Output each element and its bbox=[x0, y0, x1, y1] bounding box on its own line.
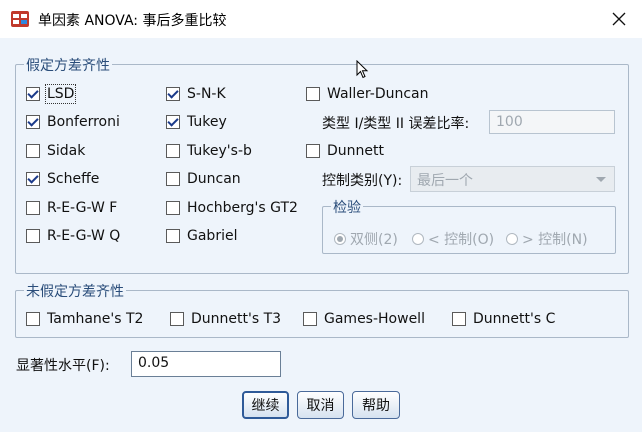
gabriel-checkbox[interactable]: Gabriel bbox=[166, 227, 237, 245]
lsd-checkbox[interactable]: LSD bbox=[26, 84, 77, 104]
duncan-label: Duncan bbox=[187, 171, 241, 187]
greater-control-label: > 控制(N) bbox=[522, 232, 588, 248]
regwq-label: R-E-G-W Q bbox=[47, 228, 121, 244]
gabriel-label: Gabriel bbox=[187, 228, 238, 244]
dunnett-checkbox[interactable]: Dunnett bbox=[306, 142, 384, 160]
equal-variances-title: 假定方差齐性 bbox=[24, 55, 112, 75]
games-howell-checkbox[interactable]: Games-Howell bbox=[303, 310, 425, 328]
snk-checkbox[interactable]: S-N-K bbox=[166, 85, 226, 103]
bonferroni-checkbox[interactable]: Bonferroni bbox=[26, 113, 120, 131]
unequal-variances-title: 未假定方差齐性 bbox=[24, 281, 126, 301]
waller-duncan-label: Waller-Duncan bbox=[327, 86, 429, 102]
error-ratio-label: 类型 I/类型 II 误差比率: bbox=[322, 116, 470, 132]
games-howell-check-box[interactable] bbox=[303, 312, 317, 326]
hochberg-label: Hochberg's GT2 bbox=[187, 200, 298, 216]
dunnett-c-checkbox[interactable]: Dunnett's C bbox=[452, 310, 555, 328]
tukey-check-box[interactable] bbox=[166, 115, 180, 129]
error-ratio-field[interactable]: 100 bbox=[489, 110, 615, 134]
control-category-value: 最后一个 bbox=[417, 173, 473, 189]
close-button[interactable] bbox=[596, 0, 642, 38]
significance-label: 显著性水平(F): bbox=[16, 358, 110, 374]
regwf-label: R-E-G-W F bbox=[47, 200, 118, 216]
dunnett-t3-checkbox[interactable]: Dunnett's T3 bbox=[170, 310, 281, 328]
help-button[interactable]: 帮助 bbox=[352, 391, 400, 419]
regwq-check-box[interactable] bbox=[26, 229, 40, 243]
regwf-checkbox[interactable]: R-E-G-W F bbox=[26, 199, 117, 217]
duncan-check-box[interactable] bbox=[166, 172, 180, 186]
tukeys-b-label: Tukey's-b bbox=[187, 143, 252, 159]
tukey-label: Tukey bbox=[187, 114, 227, 130]
less-control-label: < 控制(O) bbox=[428, 232, 495, 248]
bonferroni-label: Bonferroni bbox=[47, 114, 120, 130]
snk-label: S-N-K bbox=[187, 86, 226, 102]
significance-field[interactable]: 0.05 bbox=[131, 351, 281, 377]
control-category-select[interactable]: 最后一个 bbox=[410, 166, 615, 192]
tukeys-b-check-box[interactable] bbox=[166, 144, 180, 158]
continue-button[interactable]: 继续 bbox=[242, 391, 289, 419]
two-sided-label: 双侧(2) bbox=[350, 232, 398, 248]
scheffe-label: Scheffe bbox=[47, 171, 100, 187]
gabriel-check-box[interactable] bbox=[166, 229, 180, 243]
scheffe-checkbox[interactable]: Scheffe bbox=[26, 170, 99, 188]
two-sided-radio[interactable]: 双侧(2) bbox=[334, 229, 398, 249]
chevron-down-icon bbox=[596, 177, 606, 182]
two-sided-radio-dot[interactable] bbox=[334, 233, 346, 245]
tukey-checkbox[interactable]: Tukey bbox=[166, 113, 227, 131]
regwq-checkbox[interactable]: R-E-G-W Q bbox=[26, 227, 120, 245]
control-category-label: 控制类别(Y): bbox=[322, 173, 403, 189]
cancel-button[interactable]: 取消 bbox=[297, 391, 344, 419]
tukeys-b-checkbox[interactable]: Tukey's-b bbox=[166, 142, 252, 160]
hochberg-check-box[interactable] bbox=[166, 201, 180, 215]
tamhane-label: Tamhane's T2 bbox=[47, 311, 144, 327]
duncan-checkbox[interactable]: Duncan bbox=[166, 170, 241, 188]
scheffe-check-box[interactable] bbox=[26, 172, 40, 186]
sidak-label: Sidak bbox=[47, 143, 86, 159]
dunnett-t3-check-box[interactable] bbox=[170, 312, 184, 326]
anova-app-icon bbox=[11, 11, 29, 27]
mouse-cursor-icon bbox=[356, 60, 369, 79]
dunnett-check-box[interactable] bbox=[306, 144, 320, 158]
tamhane-check-box[interactable] bbox=[26, 312, 40, 326]
regwf-check-box[interactable] bbox=[26, 201, 40, 215]
sidak-checkbox[interactable]: Sidak bbox=[26, 142, 85, 160]
window-title: 单因素 ANOVA: 事后多重比较 bbox=[38, 13, 227, 29]
hochberg-checkbox[interactable]: Hochberg's GT2 bbox=[166, 199, 298, 217]
games-howell-label: Games-Howell bbox=[324, 311, 425, 327]
waller-duncan-check-box[interactable] bbox=[306, 87, 320, 101]
less-control-radio-dot[interactable] bbox=[412, 233, 424, 245]
title-bar: 单因素 ANOVA: 事后多重比较 bbox=[0, 0, 642, 38]
lsd-label: LSD bbox=[44, 84, 77, 104]
lsd-check-box[interactable] bbox=[26, 87, 40, 101]
greater-control-radio[interactable]: > 控制(N) bbox=[506, 229, 588, 249]
dunnett-t3-label: Dunnett's T3 bbox=[191, 311, 282, 327]
waller-duncan-checkbox[interactable]: Waller-Duncan bbox=[306, 85, 429, 103]
test-group-title: 检验 bbox=[331, 197, 363, 217]
dunnett-label: Dunnett bbox=[327, 143, 384, 159]
sidak-check-box[interactable] bbox=[26, 144, 40, 158]
tamhane-checkbox[interactable]: Tamhane's T2 bbox=[26, 310, 143, 328]
greater-control-radio-dot[interactable] bbox=[506, 233, 518, 245]
dunnett-c-label: Dunnett's C bbox=[473, 311, 556, 327]
bonferroni-check-box[interactable] bbox=[26, 115, 40, 129]
less-control-radio[interactable]: < 控制(O) bbox=[412, 229, 494, 249]
dialog-body: 假定方差齐性 LSD Bonferroni Sidak Scheffe R-E-… bbox=[0, 38, 642, 432]
close-icon bbox=[612, 12, 626, 26]
snk-check-box[interactable] bbox=[166, 87, 180, 101]
dunnett-c-check-box[interactable] bbox=[452, 312, 466, 326]
